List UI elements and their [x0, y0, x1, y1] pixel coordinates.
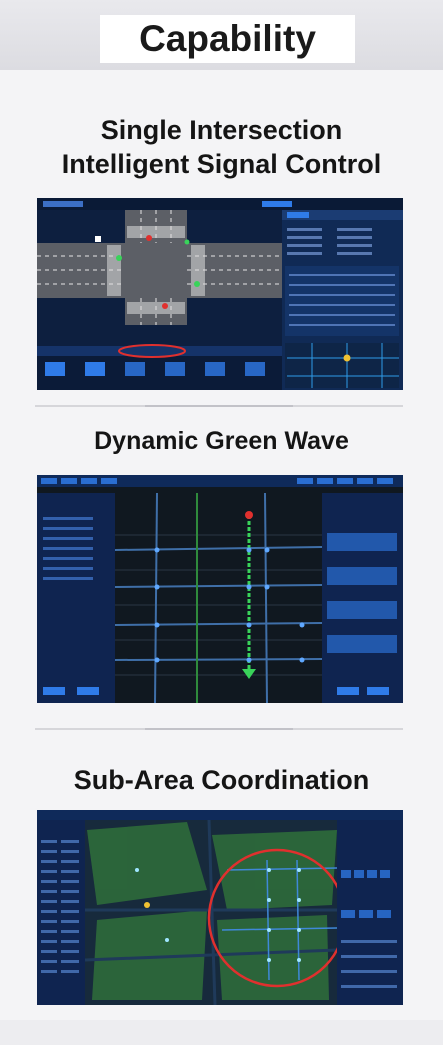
section-divider	[35, 405, 403, 407]
page-title: Capability	[139, 18, 316, 59]
screenshot-green-wave	[37, 475, 403, 703]
sub-area-map	[37, 810, 403, 1005]
section-title-single-intersection: Single Intersection Intelligent Signal C…	[0, 113, 443, 181]
section-title-sub-area: Sub-Area Coordination	[73, 765, 370, 795]
screenshot-single-intersection	[37, 198, 403, 390]
section-divider	[35, 728, 403, 730]
section-title-line1: Single Intersection	[100, 115, 343, 145]
section-title-line2: Intelligent Signal Control	[61, 149, 382, 179]
section-title-green-wave: Dynamic Green Wave	[94, 427, 349, 455]
screenshot-sub-area	[37, 810, 403, 1005]
header-card: Capability	[100, 15, 355, 63]
green-wave-map	[37, 475, 403, 703]
intersection-view	[37, 198, 403, 390]
footer-band	[0, 1020, 443, 1045]
